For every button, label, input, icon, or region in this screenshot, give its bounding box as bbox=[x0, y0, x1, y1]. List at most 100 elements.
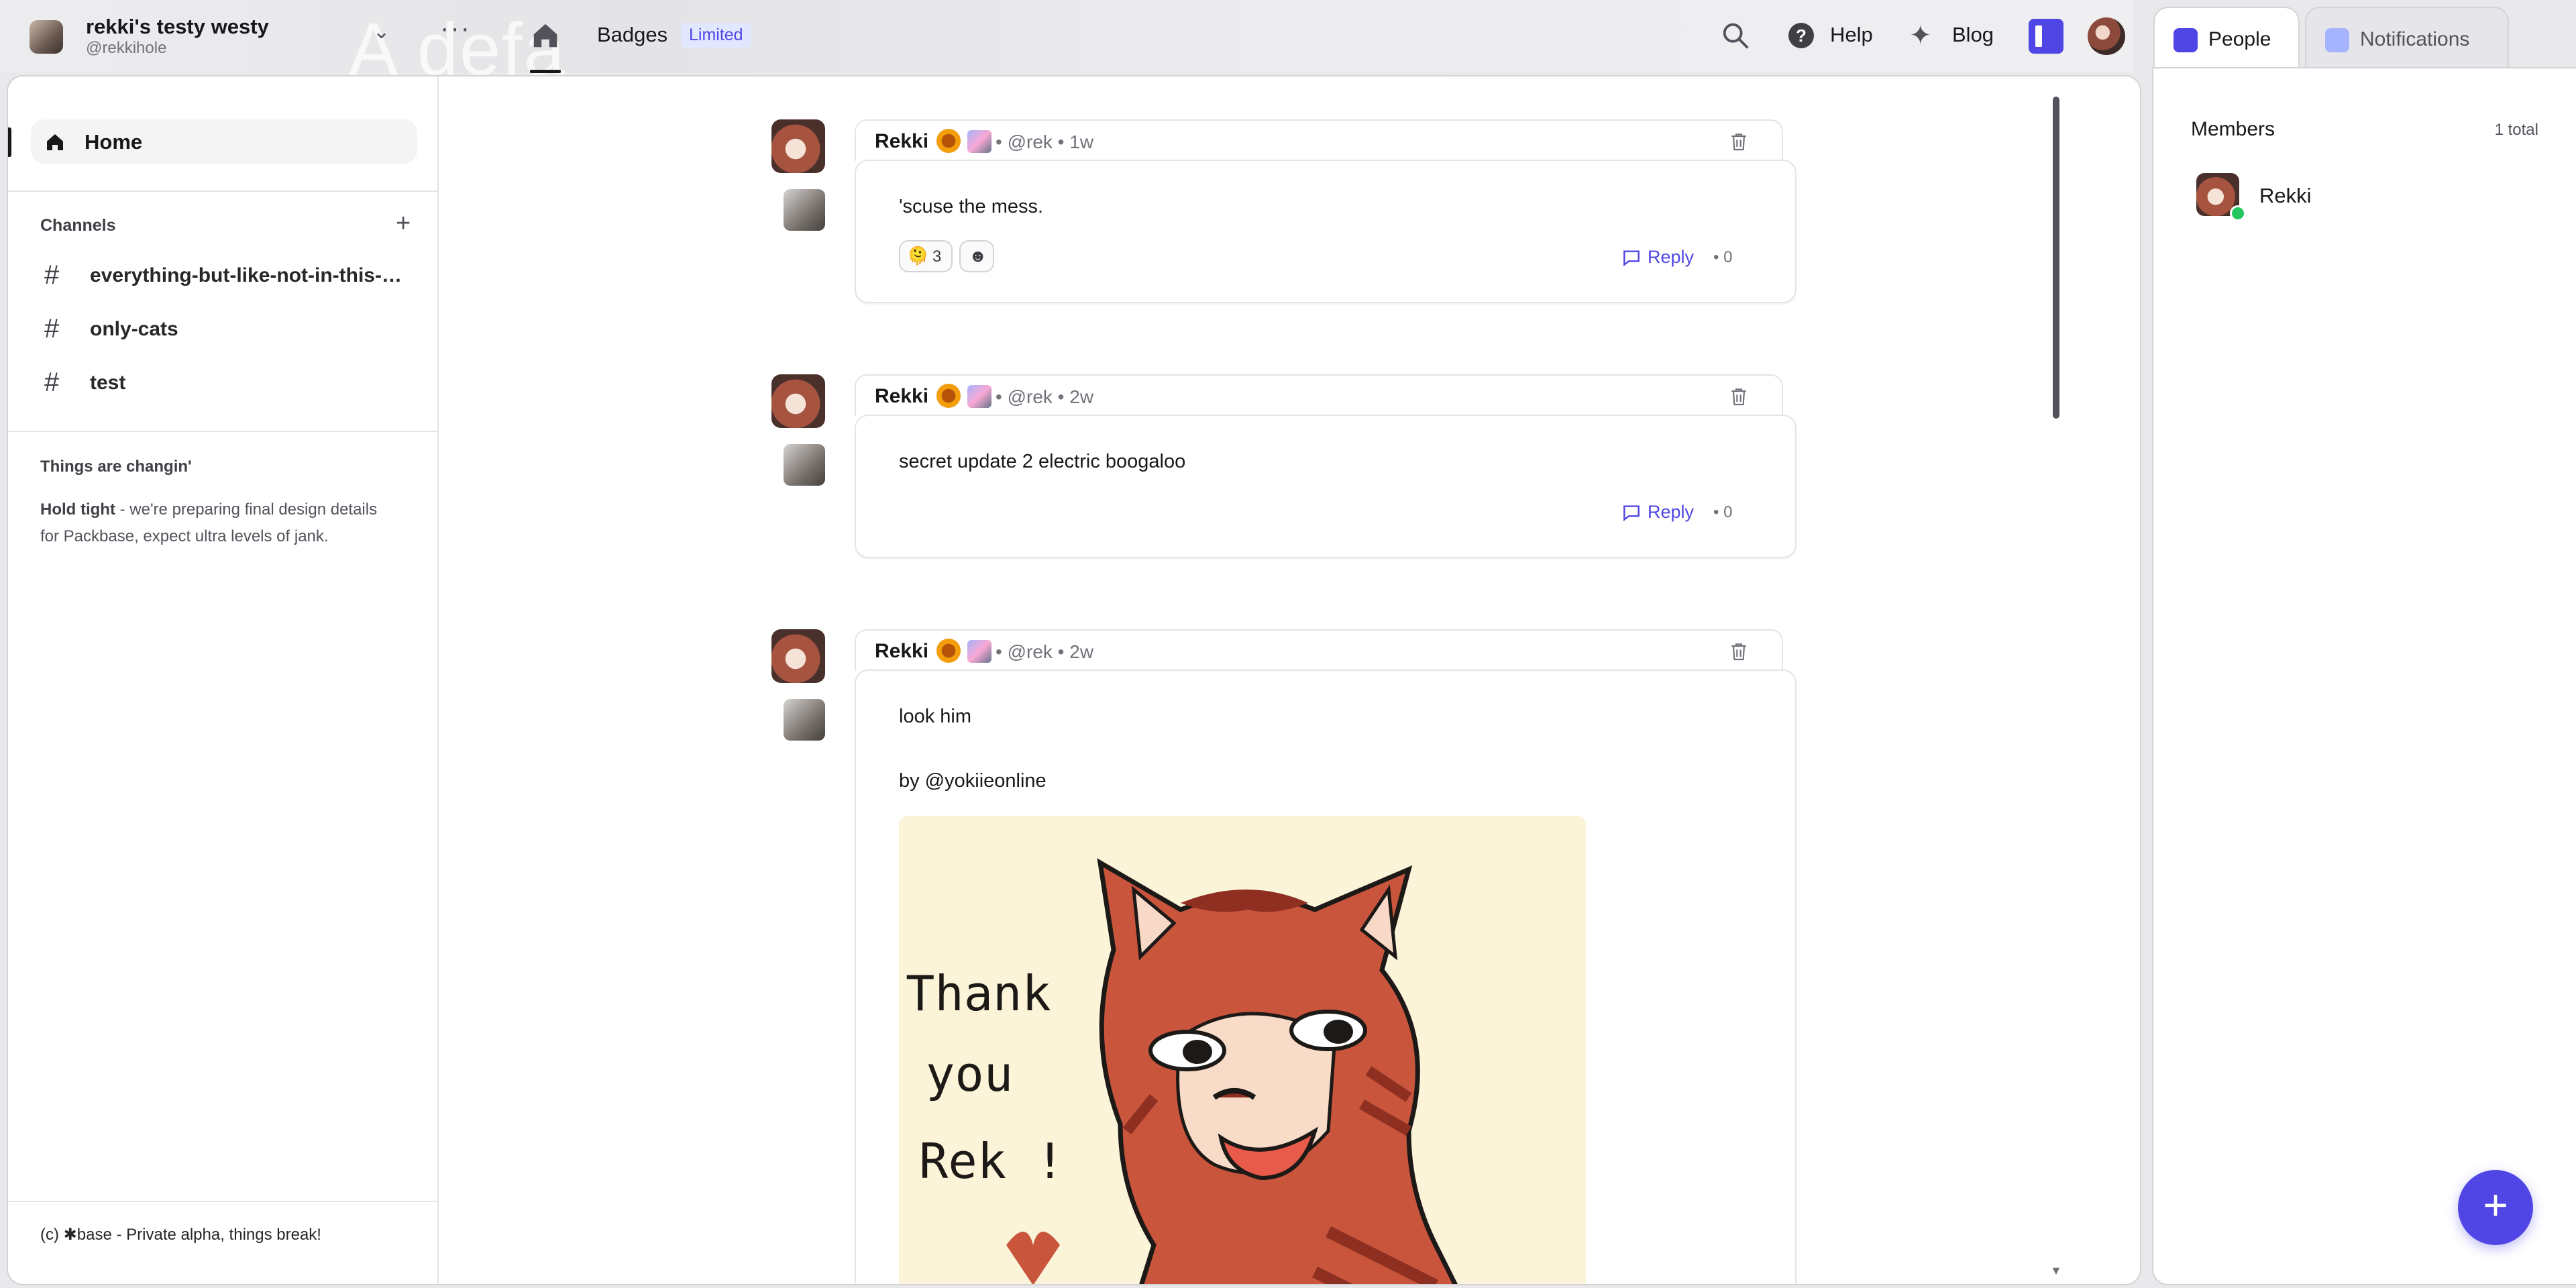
add-reaction-button[interactable]: ☻ bbox=[959, 240, 994, 272]
sidebar-item-home[interactable]: Home bbox=[31, 119, 417, 164]
reply-group: Reply • 0 bbox=[1621, 244, 1741, 271]
channel-name: only-cats bbox=[90, 318, 178, 340]
post-header: Rekki • @rek • 2w bbox=[855, 629, 1783, 671]
reply-button[interactable]: Reply bbox=[1648, 247, 1694, 268]
channels-heading: Channels bbox=[40, 216, 116, 235]
sparkles-icon[interactable]: ✦ bbox=[1909, 20, 1932, 51]
group-badge-icon bbox=[967, 385, 991, 408]
group-badge-icon bbox=[967, 640, 991, 663]
reply-count: • 0 bbox=[1713, 248, 1733, 266]
smiley-icon: ☻ bbox=[969, 246, 987, 266]
divider bbox=[8, 1201, 437, 1202]
workspace-avatar[interactable] bbox=[30, 20, 63, 54]
reactions: 🫠 3 ☻ bbox=[899, 240, 1033, 274]
post-meta: • @rek • 2w bbox=[996, 641, 1094, 662]
home-icon bbox=[533, 23, 557, 48]
people-icon bbox=[2174, 28, 2198, 52]
tab-label: People bbox=[2208, 28, 2271, 50]
reply-count: • 0 bbox=[1713, 503, 1733, 521]
howl-avatar[interactable] bbox=[784, 699, 825, 741]
shield-badge-icon bbox=[936, 384, 961, 408]
hash-icon: # bbox=[44, 368, 60, 397]
trash-icon[interactable] bbox=[1728, 640, 1750, 663]
home-tab[interactable] bbox=[530, 20, 561, 51]
help-link[interactable]: Help bbox=[1830, 23, 1873, 47]
post-meta: • @rek • 1w bbox=[996, 131, 1094, 152]
user-avatar[interactable] bbox=[2088, 17, 2125, 55]
tab-notifications[interactable]: Notifications bbox=[2305, 7, 2509, 70]
people-panel: Members 1 total Rekki bbox=[2152, 67, 2576, 1285]
divider bbox=[8, 191, 437, 192]
post-body: 'scuse the mess. 🫠 3 ☻ Reply • 0 bbox=[855, 160, 1796, 303]
top-bar: rekki's testy westy @rekkihole A defa ⌄ … bbox=[0, 0, 2133, 91]
tab-people[interactable]: People bbox=[2153, 7, 2300, 70]
limited-badge: Limited bbox=[681, 23, 751, 48]
shield-badge-icon bbox=[936, 639, 961, 663]
feed-scrollbar[interactable] bbox=[2053, 97, 2059, 419]
scroll-down-icon[interactable]: ▼ bbox=[2050, 1264, 2062, 1278]
author-avatar[interactable] bbox=[771, 629, 825, 683]
chevron-down-icon[interactable]: ⌄ bbox=[373, 20, 390, 44]
art-text: Rek ! bbox=[919, 1133, 1065, 1189]
tab-label: Notifications bbox=[2360, 28, 2470, 50]
sidebar-item-label: Home bbox=[85, 130, 143, 154]
hash-icon: # bbox=[44, 314, 60, 343]
active-tab-indicator bbox=[530, 70, 561, 73]
search-button[interactable] bbox=[1720, 20, 1751, 51]
post-text: look him bbox=[899, 706, 971, 727]
members-heading: Members bbox=[2191, 118, 2275, 140]
post-header: Rekki • @rek • 2w bbox=[855, 374, 1783, 416]
workspace-handle: @rekkihole bbox=[86, 39, 167, 57]
reaction-count: 3 bbox=[932, 248, 942, 266]
post: Rekki • @rek • 2w look him by @yokiieonl… bbox=[771, 629, 1805, 1284]
reaction-chip[interactable]: 🫠 3 bbox=[899, 240, 953, 272]
post: Rekki • @rek • 2w secret update 2 electr… bbox=[771, 374, 1805, 576]
chat-icon[interactable] bbox=[1621, 247, 1642, 268]
channel-item[interactable]: # test bbox=[38, 362, 413, 402]
member-name[interactable]: Rekki bbox=[2259, 184, 2312, 208]
post-text: by @yokiieonline bbox=[899, 770, 1046, 792]
help-icon[interactable]: ? bbox=[1788, 23, 1814, 48]
members-count: 1 total bbox=[2494, 121, 2538, 139]
create-post-button[interactable]: + bbox=[2458, 1170, 2533, 1245]
workspace-name[interactable]: rekki's testy westy bbox=[86, 15, 269, 39]
howl-avatar[interactable] bbox=[784, 189, 825, 231]
trash-icon[interactable] bbox=[1728, 130, 1750, 153]
reply-button[interactable]: Reply bbox=[1648, 502, 1694, 523]
post-text: 'scuse the mess. bbox=[899, 196, 1044, 217]
author-name[interactable]: Rekki bbox=[875, 385, 928, 408]
post-meta: • @rek • 2w bbox=[996, 386, 1094, 407]
art-text: Thank bbox=[906, 965, 1051, 1022]
panel-toggle-icon[interactable] bbox=[2029, 19, 2063, 54]
howl-avatar[interactable] bbox=[784, 444, 825, 486]
fox-illustration: Thank you Rek ! bbox=[906, 858, 1458, 1284]
post-header: Rekki • @rek • 1w bbox=[855, 119, 1783, 161]
author-name[interactable]: Rekki bbox=[875, 640, 928, 663]
notice-bold: Hold tight bbox=[40, 500, 115, 519]
post-text: secret update 2 electric boogaloo bbox=[899, 451, 1186, 472]
chat-icon[interactable] bbox=[1621, 502, 1642, 523]
author-avatar[interactable] bbox=[771, 119, 825, 173]
badges-tab[interactable]: Badges bbox=[597, 23, 667, 47]
channel-name: everything-but-like-not-in-this-place-or… bbox=[90, 264, 412, 286]
channel-item[interactable]: # everything-but-like-not-in-this-place-… bbox=[38, 255, 413, 295]
notice-title: Things are changin' bbox=[40, 458, 192, 476]
blog-link[interactable]: Blog bbox=[1952, 23, 1994, 47]
trash-icon[interactable] bbox=[1728, 385, 1750, 408]
footer-text: (c) ✱base - Private alpha, things break! bbox=[40, 1226, 321, 1244]
group-badge-icon bbox=[967, 130, 991, 153]
reply-group: Reply • 0 bbox=[1621, 499, 1741, 526]
author-name[interactable]: Rekki bbox=[875, 130, 928, 153]
channel-item[interactable]: # only-cats bbox=[38, 309, 413, 349]
post-image[interactable]: Thank you Rek ! bbox=[899, 816, 1586, 1284]
sidebar: Home Channels + # everything-but-like-no… bbox=[8, 76, 439, 1284]
art-text: you bbox=[926, 1046, 1013, 1102]
post: Rekki • @rek • 1w 'scuse the mess. 🫠 3 ☻ bbox=[771, 119, 1805, 321]
more-icon[interactable]: ··· bbox=[440, 13, 471, 44]
author-avatar[interactable] bbox=[771, 374, 825, 428]
search-icon bbox=[1723, 23, 1749, 49]
active-nav-marker bbox=[8, 127, 11, 157]
add-channel-button[interactable]: + bbox=[396, 209, 411, 238]
post-body: secret update 2 electric boogaloo Reply … bbox=[855, 415, 1796, 558]
inbox-icon bbox=[2325, 28, 2349, 52]
